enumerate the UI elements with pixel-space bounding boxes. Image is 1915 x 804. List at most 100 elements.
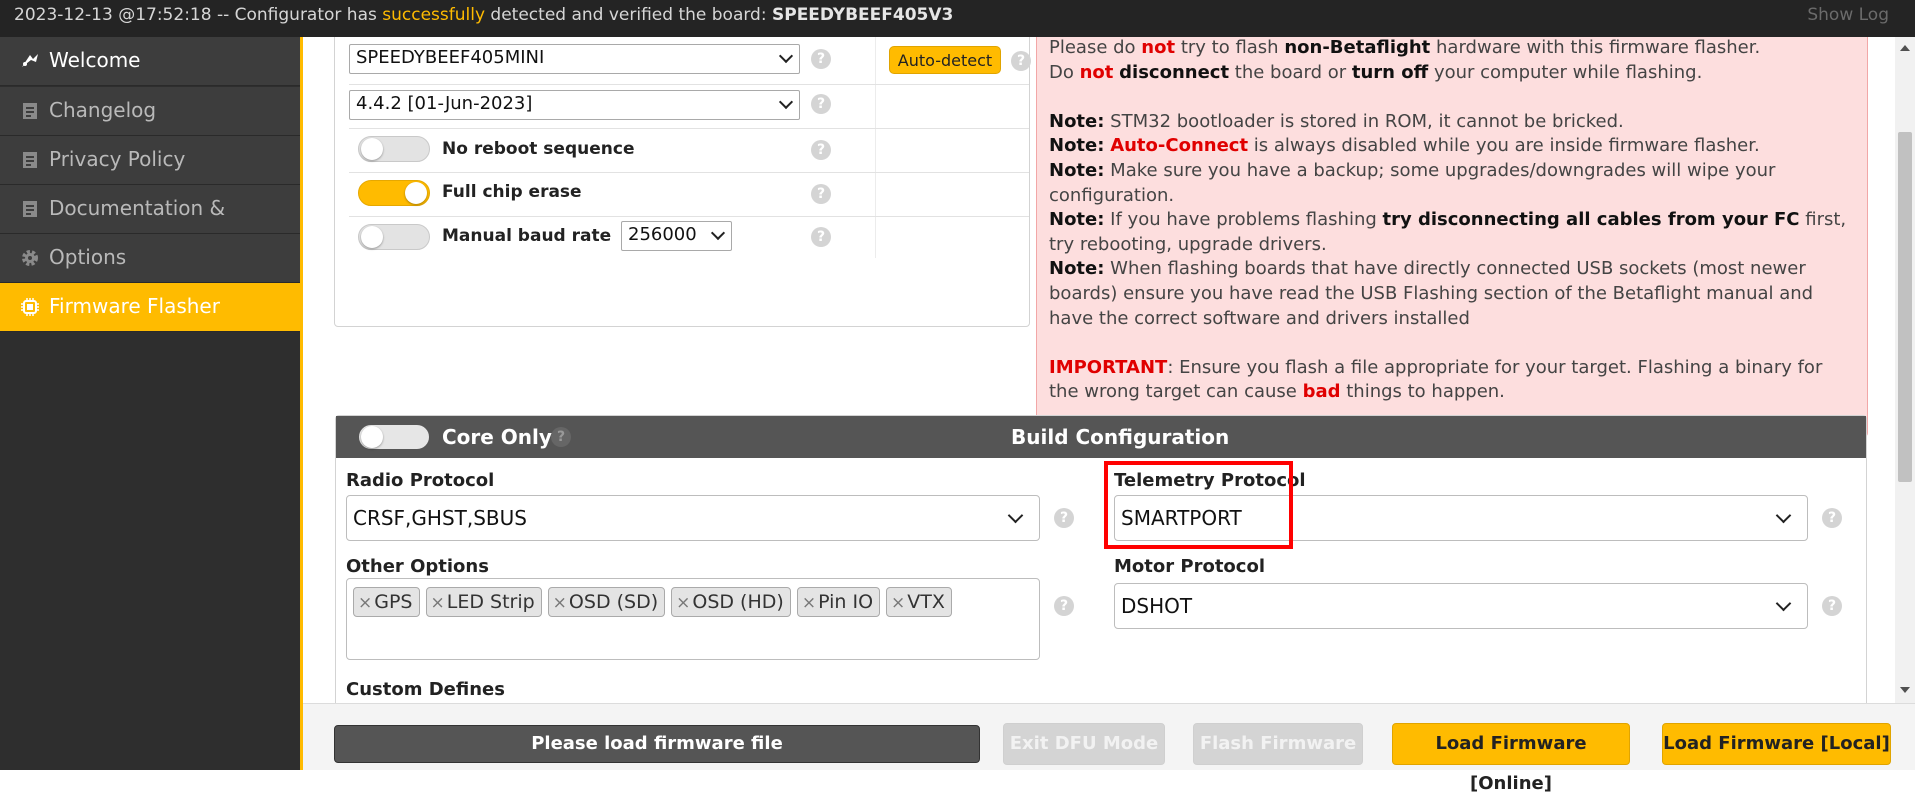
warning-text: your computer while flashing. bbox=[1428, 61, 1703, 83]
log-middle: detected and verified the board: bbox=[485, 5, 772, 25]
note-label: Note: bbox=[1049, 135, 1105, 157]
option-tag[interactable]: × VTX bbox=[886, 587, 952, 617]
option-tag[interactable]: × OSD (SD) bbox=[547, 587, 666, 617]
option-tag[interactable]: × Pin IO bbox=[796, 587, 881, 617]
warning-text: Please do bbox=[1049, 37, 1142, 58]
chevron-down-icon bbox=[778, 48, 794, 64]
sidebar-item-welcome[interactable]: Welcome bbox=[0, 37, 300, 86]
remove-icon[interactable]: × bbox=[676, 593, 690, 613]
content-scrollbar[interactable] bbox=[1895, 37, 1915, 703]
log-prefix: 2023-12-13 @17:52:18 -- Configurator has bbox=[14, 5, 383, 25]
divider bbox=[349, 84, 1029, 85]
log-bar: 2023-12-13 @17:52:18 -- Configurator has… bbox=[0, 0, 1915, 37]
document-icon bbox=[23, 201, 37, 217]
scroll-down-icon[interactable] bbox=[1900, 687, 1910, 693]
scroll-up-icon[interactable] bbox=[1900, 45, 1910, 51]
warning-text: try to flash bbox=[1175, 37, 1285, 58]
column-divider bbox=[875, 37, 876, 258]
note-text: Make sure you have a backup; some upgrad… bbox=[1049, 159, 1776, 206]
divider bbox=[349, 172, 1029, 173]
exit-dfu-button[interactable]: Exit DFU Mode bbox=[1003, 723, 1165, 765]
help-icon[interactable]: ? bbox=[1011, 51, 1031, 71]
version-select-value: 4.4.2 [01-Jun-2023] bbox=[356, 93, 533, 114]
toggle-knob bbox=[405, 182, 427, 204]
warning-text: Do bbox=[1049, 61, 1080, 83]
load-firmware-local-button[interactable]: Load Firmware [Local] bbox=[1662, 723, 1891, 765]
manual-baud-toggle[interactable] bbox=[358, 224, 430, 250]
radio-protocol-select[interactable]: CRSF,GHST,SBUS bbox=[346, 495, 1040, 541]
manual-baud-label: Manual baud rate bbox=[442, 226, 612, 246]
core-only-toggle[interactable] bbox=[358, 424, 430, 450]
important-label: IMPORTANT bbox=[1049, 356, 1168, 378]
help-icon[interactable]: ? bbox=[1054, 596, 1074, 616]
warning-bold: disconnect bbox=[1119, 61, 1230, 83]
version-select[interactable]: 4.4.2 [01-Jun-2023] bbox=[349, 90, 800, 120]
help-icon[interactable]: ? bbox=[1822, 596, 1842, 616]
firmware-flasher-content: SPEEDYBEEF405MINI ? Auto-detect ? 4.4.2 … bbox=[303, 37, 1895, 703]
remove-icon[interactable]: × bbox=[358, 593, 372, 613]
no-reboot-toggle[interactable] bbox=[358, 136, 430, 162]
other-options-input[interactable]: × GPS × LED Strip × OSD (SD) × OSD (HD) × Pin IO ×… bbox=[346, 578, 1040, 660]
sidebar-item-privacy-policy[interactable]: Privacy Policy bbox=[0, 136, 300, 185]
chevron-down-icon bbox=[710, 225, 726, 241]
load-firmware-online-button[interactable]: Load Firmware [Online] bbox=[1392, 723, 1630, 794]
scrollbar-thumb[interactable] bbox=[1898, 132, 1912, 482]
sidebar-item-firmware-flasher[interactable]: Firmware Flasher bbox=[0, 283, 300, 332]
remove-icon[interactable]: × bbox=[553, 593, 567, 613]
warning-emphasis: not bbox=[1079, 61, 1114, 83]
help-icon[interactable]: ? bbox=[811, 184, 831, 204]
full-chip-erase-label: Full chip erase bbox=[442, 182, 582, 202]
motor-protocol-select[interactable]: DSHOT bbox=[1114, 583, 1808, 629]
help-icon[interactable]: ? bbox=[811, 94, 831, 114]
option-tag[interactable]: × GPS bbox=[353, 587, 420, 617]
flasher-footer: Please load firmware file Exit DFU Mode … bbox=[303, 703, 1915, 794]
board-select-value: SPEEDYBEEF405MINI bbox=[356, 47, 545, 68]
important-emphasis: bad bbox=[1302, 381, 1341, 403]
note-label: Note: bbox=[1049, 110, 1105, 132]
help-icon[interactable]: ? bbox=[811, 140, 831, 160]
note-bold: try disconnecting all cables from your F… bbox=[1382, 209, 1800, 231]
board-select[interactable]: SPEEDYBEEF405MINI bbox=[349, 44, 800, 74]
auto-detect-button[interactable]: Auto-detect bbox=[889, 46, 1001, 74]
option-tag-label: VTX bbox=[907, 591, 945, 613]
warning-text: hardware with this firmware flasher. bbox=[1430, 37, 1761, 58]
option-tag[interactable]: × LED Strip bbox=[425, 587, 542, 617]
no-reboot-label: No reboot sequence bbox=[442, 139, 635, 159]
help-icon[interactable]: ? bbox=[811, 227, 831, 247]
log-board: SPEEDYBEEF405V3 bbox=[771, 5, 954, 25]
toggle-knob bbox=[361, 226, 383, 248]
sidebar-item-label: Privacy Policy bbox=[49, 147, 186, 171]
sidebar-item-options[interactable]: Options bbox=[0, 234, 300, 283]
flasher-options-panel: SPEEDYBEEF405MINI ? Auto-detect ? 4.4.2 … bbox=[334, 37, 1031, 327]
divider bbox=[349, 128, 1029, 129]
warning-bold: non-Betaflight bbox=[1284, 37, 1431, 58]
baud-rate-select[interactable]: 256000 bbox=[621, 221, 732, 251]
option-tag[interactable]: × OSD (HD) bbox=[671, 587, 791, 617]
remove-icon[interactable]: × bbox=[802, 593, 816, 613]
note-text: If you have problems flashing bbox=[1104, 209, 1383, 231]
help-icon[interactable]: ? bbox=[1822, 508, 1842, 528]
build-configuration-header: Core Only ? Build Configuration bbox=[336, 416, 1866, 458]
note-label: Note: bbox=[1049, 159, 1105, 181]
flash-progress-bar: Please load firmware file bbox=[334, 725, 980, 763]
full-chip-erase-toggle[interactable] bbox=[358, 180, 430, 206]
option-tag-label: LED Strip bbox=[446, 591, 535, 613]
sidebar-item-changelog[interactable]: Changelog bbox=[0, 87, 300, 136]
note-emphasis: Auto-Connect bbox=[1110, 135, 1249, 157]
show-log-link[interactable]: Show Log bbox=[1807, 0, 1889, 31]
flash-firmware-button[interactable]: Flash Firmware bbox=[1193, 723, 1363, 765]
help-icon[interactable]: ? bbox=[1054, 508, 1074, 528]
help-icon[interactable]: ? bbox=[551, 427, 571, 447]
toggle-knob bbox=[361, 138, 383, 160]
gear-icon bbox=[22, 250, 38, 266]
chip-icon bbox=[21, 298, 39, 316]
help-icon[interactable]: ? bbox=[811, 49, 831, 69]
custom-defines-label: Custom Defines bbox=[346, 679, 505, 700]
remove-icon[interactable]: × bbox=[891, 593, 905, 613]
remove-icon[interactable]: × bbox=[431, 593, 445, 613]
chevron-down-icon bbox=[1775, 507, 1792, 524]
document-icon bbox=[23, 103, 37, 119]
sidebar-item-documentation[interactable]: Documentation & Support bbox=[0, 185, 300, 267]
